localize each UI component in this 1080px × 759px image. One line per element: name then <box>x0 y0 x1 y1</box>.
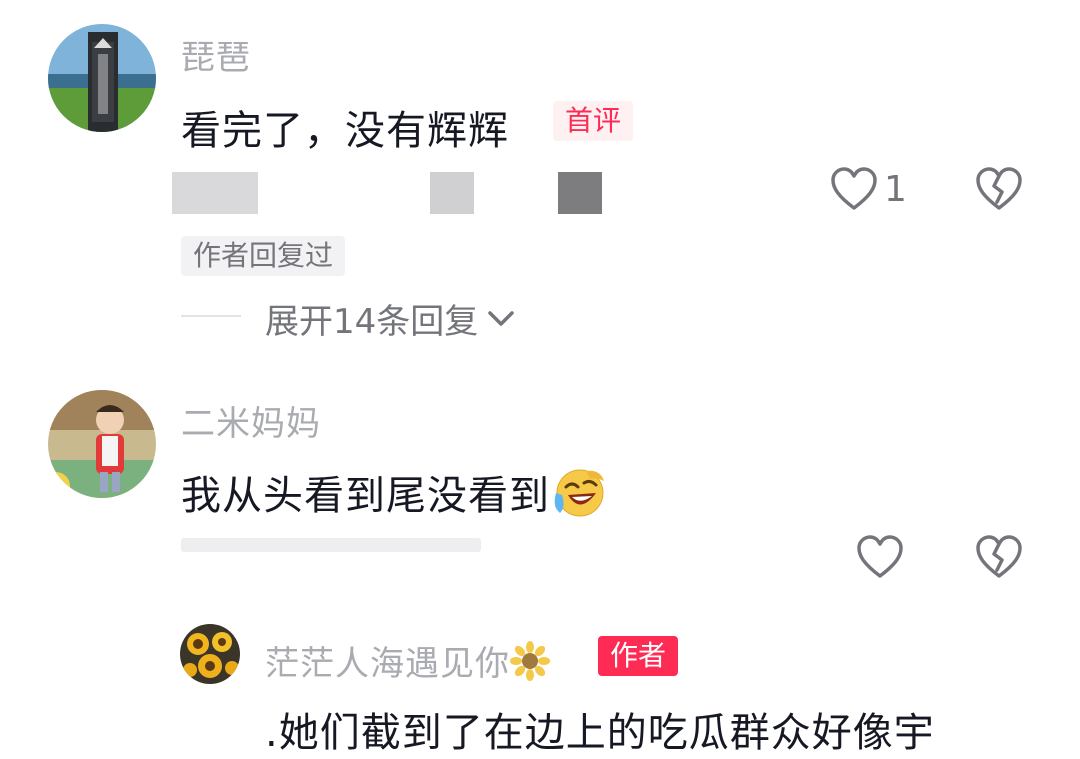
blurred-timestamp <box>172 172 258 214</box>
reply-text: .她们截到了在边上的吃瓜群众好像宇 <box>265 710 935 756</box>
comment-item: 琵琶 看完了，没有辉辉 首评 1 作者回复过 展开14条回复 <box>0 0 1080 360</box>
comment-username[interactable]: 二米妈妈 <box>181 396 321 445</box>
author-replied-tag: 作者回复过 <box>181 236 346 276</box>
broken-heart-icon <box>976 167 1022 210</box>
avatar-sunflowers-icon <box>180 624 240 684</box>
blurred-location <box>430 172 474 214</box>
avatar-child-photo-icon <box>48 390 156 498</box>
expand-divider <box>181 315 241 317</box>
expand-replies-button[interactable]: 展开14条回复 <box>265 294 516 343</box>
chevron-down-icon <box>488 310 515 326</box>
avatar-park-sign-icon <box>48 24 156 132</box>
reply-username-text: 茫茫人海遇见你 <box>265 644 510 684</box>
laughing-tears-emoji <box>550 467 606 529</box>
expand-replies-label: 展开14条回复 <box>265 302 479 342</box>
reply-username[interactable]: 茫茫人海遇见你 <box>265 636 550 690</box>
comment-text: 看完了，没有辉辉 <box>181 108 509 154</box>
like-count: 1 <box>884 168 907 210</box>
comment-text: 我从头看到尾没看到 <box>181 463 606 529</box>
user-avatar[interactable] <box>48 390 156 498</box>
dislike-button[interactable] <box>975 166 1023 212</box>
comment-text-body: 我从头看到尾没看到 <box>181 473 550 519</box>
dislike-button[interactable] <box>975 534 1023 580</box>
heart-outline-icon <box>831 167 877 210</box>
first-comment-badge: 首评 <box>553 101 634 141</box>
faded-timestamp <box>181 536 501 552</box>
user-avatar[interactable] <box>48 24 156 132</box>
comment-item: 二米妈妈 我从头看到尾没看到 <box>0 360 1080 600</box>
blurred-reply-label <box>558 172 602 214</box>
heart-outline-icon <box>857 535 903 578</box>
sunflower-emoji <box>510 641 550 690</box>
like-button[interactable] <box>856 534 904 580</box>
reply-item: 茫茫人海遇见你 作者 .她们截到了在边上的吃瓜群众好像宇 <box>0 600 1080 759</box>
comment-username[interactable]: 琵琶 <box>181 30 251 79</box>
reply-avatar[interactable] <box>180 624 240 684</box>
broken-heart-icon <box>976 535 1022 578</box>
like-button[interactable]: 1 <box>830 166 907 212</box>
author-badge: 作者 <box>598 636 679 676</box>
